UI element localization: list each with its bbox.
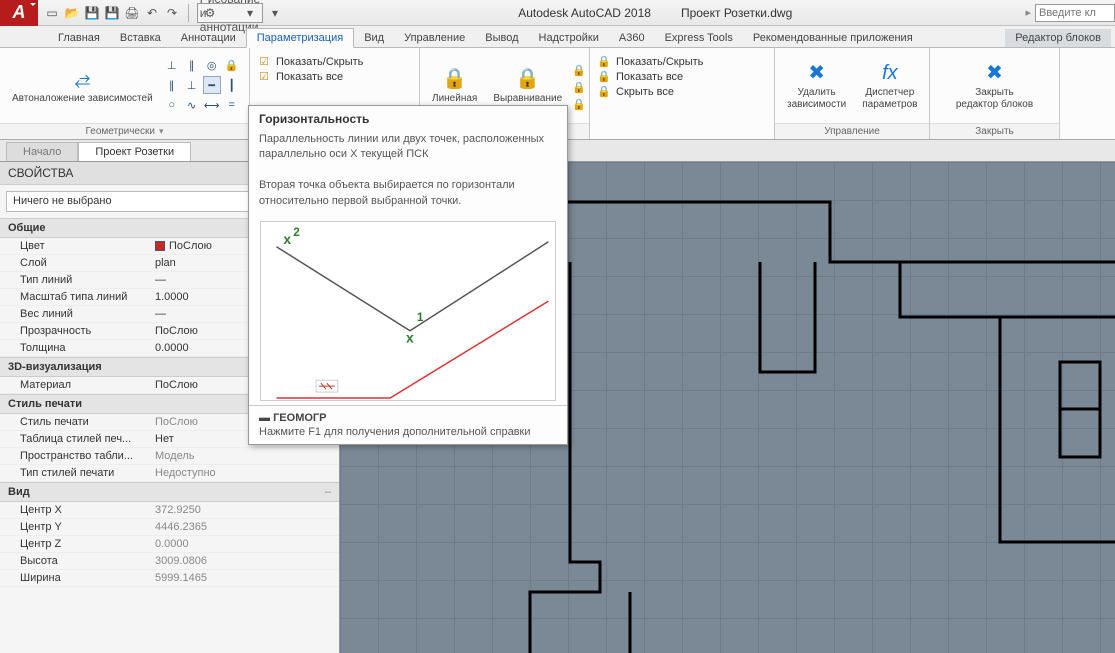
command-icon: ▬	[259, 412, 273, 424]
show-hide-icon: ☑	[256, 55, 272, 68]
linear-dim-button[interactable]: 🔒 Линейная	[426, 63, 483, 107]
quick-access-toolbar: ▭ 📂 💾 💾 🖨 ↶ ↷ ⚙ Рисование и аннотации ▾ …	[38, 3, 289, 23]
tab-manage[interactable]: Управление	[394, 29, 475, 47]
keyword-search-input[interactable]	[1035, 4, 1115, 22]
tab-featured[interactable]: Рекомендованные приложения	[743, 29, 923, 47]
tab-express[interactable]: Express Tools	[655, 29, 743, 47]
parallel-icon[interactable]: ∥	[163, 76, 181, 94]
tab-addins[interactable]: Надстройки	[529, 29, 609, 47]
auto-constrain-icon: ⥄	[66, 65, 98, 93]
show-all-icon: ☑	[256, 70, 272, 83]
show-all-btn[interactable]: ☑Показать все	[256, 69, 413, 84]
group-view[interactable]: Вид	[0, 482, 339, 502]
auto-constrain-button[interactable]: ⥄ Автоналожение зависимостей	[6, 63, 159, 107]
tab-block-editor[interactable]: Редактор блоков	[1005, 29, 1111, 47]
fix-icon[interactable]: 🔒	[223, 56, 241, 74]
svg-text:x: x	[406, 330, 414, 346]
symmetric-icon[interactable]: ⟷	[203, 96, 221, 114]
prop-height: 3009.0806	[155, 555, 339, 567]
dim-hide-all-btn[interactable]: 🔒Скрыть все	[596, 84, 768, 99]
app-menu-button[interactable]: A	[0, 0, 38, 26]
workspace-label: Рисование и аннотации	[222, 5, 238, 21]
dim-show-all-icon: 🔒	[596, 70, 612, 83]
prop-centerz: 0.0000	[155, 538, 339, 550]
equal-icon[interactable]: =	[223, 96, 241, 114]
workspace-dropdown[interactable]: ⚙ Рисование и аннотации ▾	[197, 3, 263, 23]
app-title: Autodesk AutoCAD 2018	[518, 6, 651, 20]
tab-parametric[interactable]: Параметризация	[246, 28, 354, 48]
perpendicular-icon[interactable]: ⊥	[183, 76, 201, 94]
colinear-icon[interactable]: ∥	[183, 56, 201, 74]
tooltip-illustration: x 2 x 1	[260, 221, 556, 401]
tooltip-popup: Горизонтальность Параллельность линии ил…	[248, 105, 568, 445]
tooltip-command: ГЕОМОГР	[273, 412, 326, 424]
tooltip-title: Горизонтальность	[249, 106, 567, 132]
delete-constraints-icon: ✖	[801, 59, 833, 87]
concentric-icon[interactable]: ◎	[203, 56, 221, 74]
svg-text:x: x	[283, 231, 291, 247]
svg-text:1: 1	[417, 310, 424, 324]
file-tab-start[interactable]: Начало	[6, 142, 78, 161]
new-icon[interactable]: ▭	[44, 5, 60, 21]
redo-icon[interactable]: ↷	[164, 5, 180, 21]
dim-show-hide-btn[interactable]: 🔒Показать/Скрыть	[596, 54, 768, 69]
vertical-icon[interactable]: ┃	[223, 76, 241, 94]
tooltip-desc2: Вторая точка объекта выбирается по гориз…	[259, 178, 557, 209]
smooth-icon[interactable]: ∿	[183, 96, 201, 114]
save-icon[interactable]: 💾	[84, 5, 100, 21]
ribbon-tab-bar: Главная Вставка Аннотации Параметризация…	[0, 26, 1115, 48]
panel-close-title: Закрыть	[930, 123, 1059, 139]
delete-constraints-button[interactable]: ✖ Удалить зависимости	[781, 57, 852, 113]
tab-output[interactable]: Вывод	[475, 29, 528, 47]
saveas-icon[interactable]: 💾	[104, 5, 120, 21]
prop-centerx: 372.9250	[155, 504, 339, 516]
horizontal-icon[interactable]: ━	[203, 76, 221, 94]
dim-small-3[interactable]: 🔒	[572, 98, 586, 111]
file-tab-project[interactable]: Проект Розетки	[78, 142, 191, 161]
fx-icon: fx	[874, 59, 906, 87]
print-icon[interactable]: 🖨	[124, 5, 140, 21]
tab-home[interactable]: Главная	[48, 29, 110, 47]
coincident-icon[interactable]: ⊥	[163, 56, 181, 74]
dim-hide-all-icon: 🔒	[596, 85, 612, 98]
prop-width: 5999.1465	[155, 572, 339, 584]
show-hide-btn[interactable]: ☑Показать/Скрыть	[256, 54, 413, 69]
prop-plotspace: Модель	[155, 450, 339, 462]
panel-geometric-title[interactable]: Геометрически	[0, 123, 249, 139]
close-block-editor-button[interactable]: ✖ Закрыть редактор блоков	[950, 57, 1039, 113]
file-title: Проект Розетки.dwg	[681, 6, 792, 20]
prop-plottypes: Недоступно	[155, 467, 339, 479]
prop-centery: 4446.2365	[155, 521, 339, 533]
dim-small-2[interactable]: 🔒	[572, 81, 586, 94]
dim-show-all-btn[interactable]: 🔒Показать все	[596, 69, 768, 84]
aligned-dim-button[interactable]: 🔒 Выравнивание	[487, 63, 568, 107]
tab-view[interactable]: Вид	[354, 29, 394, 47]
constraint-grid: ⊥ ∥ ◎ 🔒 ∥ ⊥ ━ ┃ ○ ∿ ⟷ =	[163, 56, 241, 114]
tab-insert[interactable]: Вставка	[110, 29, 171, 47]
tab-annotate[interactable]: Аннотации	[171, 29, 246, 47]
panel-manage-title: Управление	[775, 123, 929, 139]
undo-icon[interactable]: ↶	[144, 5, 160, 21]
tooltip-help: Нажмите F1 для получения дополнительной …	[259, 426, 557, 438]
aligned-dim-icon: 🔒	[512, 65, 544, 93]
linear-dim-icon: 🔒	[439, 65, 471, 93]
svg-text:2: 2	[293, 225, 300, 239]
tangent-icon[interactable]: ○	[163, 96, 181, 114]
title-bar: A ▭ 📂 💾 💾 🖨 ↶ ↷ ⚙ Рисование и аннотации …	[0, 0, 1115, 26]
dim-small-1[interactable]: 🔒	[572, 64, 586, 77]
tab-a360[interactable]: A360	[609, 29, 655, 47]
qat-more-icon[interactable]: ▾	[267, 5, 283, 21]
close-icon: ✖	[979, 59, 1011, 87]
tooltip-desc1: Параллельность линии или двух точек, рас…	[259, 132, 557, 163]
dim-show-hide-icon: 🔒	[596, 55, 612, 68]
open-icon[interactable]: 📂	[64, 5, 80, 21]
auto-constrain-label: Автоналожение зависимостей	[12, 93, 153, 105]
parameters-manager-button[interactable]: fx Диспетчер параметров	[856, 57, 923, 113]
